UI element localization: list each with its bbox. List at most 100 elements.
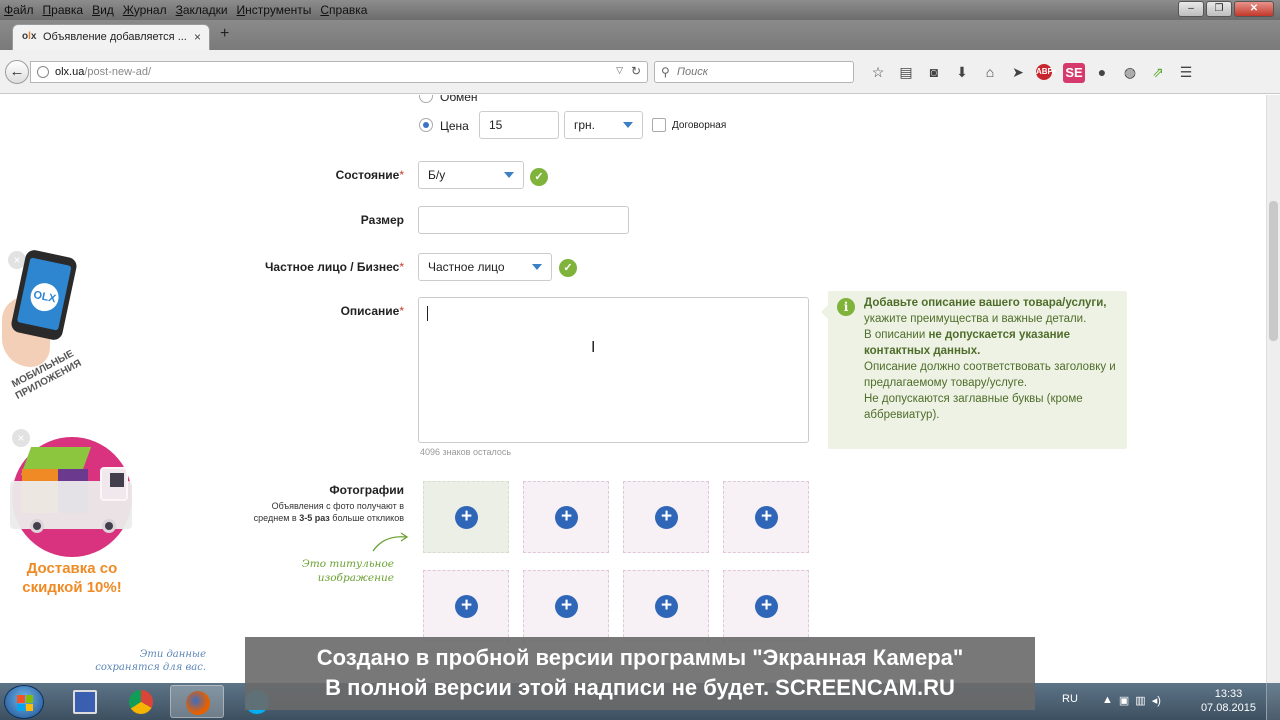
globe-icon [37,66,49,78]
menu-bookmarks[interactable]: Закладки [176,3,228,17]
url-dropdown-icon[interactable]: ▽ [616,65,623,76]
hint-text: Добавьте описание вашего товара/услуги, … [864,297,1116,421]
taskbar-firefox-app[interactable] [170,685,224,718]
add-photo-icon[interactable]: + [755,595,778,618]
photo-slot[interactable]: + [723,570,809,642]
add-photo-icon[interactable]: + [455,506,478,529]
share-icon[interactable]: ⇗ [1144,62,1172,82]
tray-up-icon[interactable]: ▲ [1102,694,1113,707]
photo-slot[interactable]: + [423,570,509,642]
exchange-label: Обмен [440,95,478,104]
photo-slot[interactable]: + [523,570,609,642]
se-icon[interactable]: SE [1060,62,1088,83]
add-photo-icon[interactable]: + [555,506,578,529]
close-tab-icon[interactable]: × [194,30,201,44]
truck-illustration [10,467,132,533]
size-input[interactable] [418,206,629,234]
add-photo-icon[interactable]: + [455,595,478,618]
download-icon[interactable]: ⬇ [948,62,976,82]
delivery-ad-text[interactable]: Доставка со скидкой 10%! [8,559,136,597]
clock[interactable]: 13:33 07.08.2015 [1201,687,1256,715]
info-icon: i [837,298,855,316]
system-tray: RU ▲ ▣ ▥ ◂) 13:33 07.08.2015 [1050,683,1280,720]
menu-edit[interactable]: Правка [43,3,84,17]
scrollbar-thumb[interactable] [1269,201,1278,341]
character-counter: 4096 знаков осталось [420,447,512,457]
olx-logo-icon: OLX [27,280,62,314]
reading-list-icon[interactable]: ▤ [892,62,920,82]
photo-slot[interactable]: + [723,481,809,553]
tray-network-icon[interactable]: ▥ [1135,694,1145,707]
globe-icon[interactable]: ◍ [1116,62,1144,82]
tab-post-ad[interactable]: olx Объявление добавляется ... × [12,24,210,50]
star-icon[interactable]: ☆ [864,62,892,82]
close-window-button[interactable]: ✕ [1234,1,1274,17]
add-photo-icon[interactable]: + [655,506,678,529]
add-photo-icon[interactable]: + [755,506,778,529]
search-bar[interactable]: ⚲ [654,61,854,83]
tab-strip: olx Объявление добавляется ... × + [0,20,1280,50]
currency-select[interactable]: грн. [564,111,643,139]
condition-select[interactable]: Б/у [418,161,524,189]
ibeam-cursor-icon: I [591,339,596,356]
taskbar-save-app[interactable] [58,685,112,718]
search-input[interactable] [677,64,847,80]
menu-tools[interactable]: Инструменты [237,3,312,17]
tray-app-icon[interactable]: ▣ [1119,694,1129,707]
menu-file[interactable]: Файл [4,3,34,17]
price-radio[interactable] [419,118,433,132]
menu-bar: Файл Правка Вид Журнал Закладки Инструме… [0,0,1280,20]
seller-type-label: Частное лицо / Бизнес* [264,260,404,274]
maximize-button[interactable]: ❐ [1206,1,1232,17]
new-tab-button[interactable]: + [220,25,229,43]
watermark-banner: Создано в пробной версии программы "Экра… [245,637,1035,710]
watermark-line-2: В полной версии этой надписи не будет. S… [325,675,955,700]
navigation-bar: ← olx.ua/post-new-ad/ ▽ ↻ ⚲ ☆ ▤ ◙ ⬇ ⌂ ➤ … [0,50,1280,94]
send-icon[interactable]: ➤ [1004,62,1032,82]
tab-title: Объявление добавляется ... [43,31,187,43]
seller-type-select[interactable]: Частное лицо [418,253,552,281]
text-cursor [427,306,428,321]
search-icon: ⚲ [661,65,670,79]
price-input[interactable]: 15 [479,111,559,139]
size-label: Размер [360,213,404,227]
photo-slot[interactable]: + [623,570,709,642]
reload-icon[interactable]: ↻ [631,64,641,78]
photo-slot[interactable]: + [523,481,609,553]
vertical-scrollbar[interactable] [1266,95,1280,683]
language-indicator[interactable]: RU [1062,693,1078,705]
close-ad-icon[interactable]: × [12,429,30,447]
add-photo-icon[interactable]: + [555,595,578,618]
home-icon[interactable]: ⌂ [976,62,1004,82]
negotiable-checkbox[interactable] [652,118,666,132]
photo-slot[interactable]: + [623,481,709,553]
back-button[interactable]: ← [5,60,29,84]
menu-icon[interactable]: ☰ [1172,62,1200,82]
chat-icon[interactable]: ● [1088,62,1116,82]
saved-note: Эти данные сохранятся для вас. [95,649,206,673]
minimize-button[interactable]: ‒ [1178,1,1204,17]
chevron-down-icon [504,172,514,178]
show-desktop-button[interactable] [1266,683,1280,720]
exchange-radio[interactable] [419,95,433,103]
add-photo-icon[interactable]: + [655,595,678,618]
start-button[interactable] [4,685,44,719]
negotiable-label: Договорная [672,120,727,131]
windows-logo-icon [17,695,33,711]
menu-view[interactable]: Вид [92,3,114,17]
menu-history[interactable]: Журнал [123,3,167,17]
chevron-down-icon [532,264,542,270]
chrome-icon [129,690,153,714]
url-text[interactable]: olx.ua/post-new-ad/ [55,66,151,78]
olx-favicon-icon: olx [22,31,37,42]
chevron-down-icon [623,122,633,128]
url-bar[interactable]: olx.ua/post-new-ad/ ▽ ↻ [30,61,648,83]
photo-slot[interactable]: + [423,481,509,553]
tray-volume-icon[interactable]: ◂) [1152,694,1161,707]
description-textarea[interactable] [418,297,809,443]
taskbar-chrome-app[interactable] [114,685,168,718]
check-icon: ✓ [559,259,577,277]
pocket-icon[interactable]: ◙ [920,62,948,82]
menu-help[interactable]: Справка [320,3,367,17]
adblock-icon[interactable]: ABP▾ [1032,62,1060,82]
